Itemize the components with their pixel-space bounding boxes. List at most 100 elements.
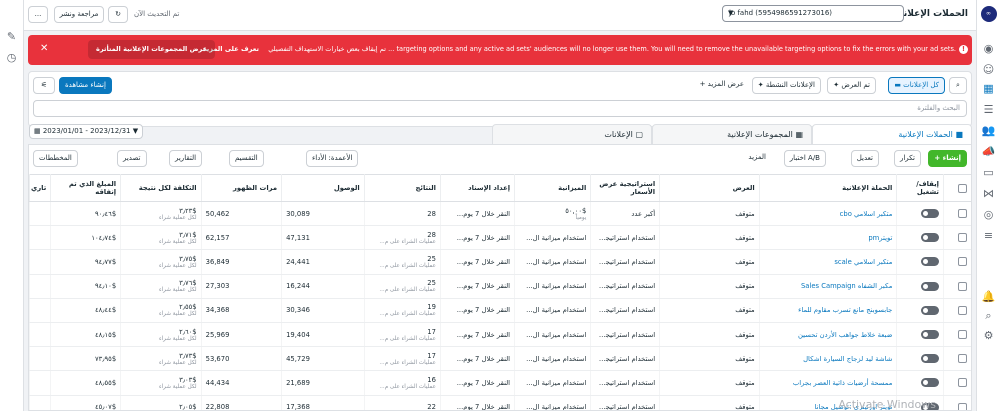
export-button[interactable]: تصدير [117, 150, 147, 167]
row-toggle[interactable] [896, 346, 944, 372]
toggle-switch[interactable] [920, 305, 939, 315]
checkbox[interactable] [958, 330, 967, 340]
col-toggle[interactable]: إيقاف/ تشغيل [896, 174, 944, 202]
row-checkbox[interactable] [942, 395, 971, 410]
table-row[interactable]: مكبر الشفاه Sales Campaign متوقف استخدام ا… [29, 274, 971, 299]
more-options-button[interactable]: ... [28, 6, 48, 23]
row-name[interactable]: جابسوبنج مانع تسرب مقاوم للماء [758, 298, 897, 323]
row-name[interactable]: متكبر اسلامي cbo [758, 201, 897, 227]
row-name-value[interactable]: مكبر الشفاه Sales Campaign [801, 282, 892, 290]
create-button[interactable]: + إنشاء [928, 150, 967, 167]
row-name-value[interactable]: تويترpm [868, 234, 892, 242]
row-toggle[interactable] [896, 225, 944, 251]
table-row[interactable]: تويتر اورنيتري :توصيل مجانا متوقف استخدام … [29, 395, 971, 410]
checkbox[interactable] [958, 209, 967, 219]
row-checkbox[interactable] [942, 249, 971, 275]
close-icon[interactable]: ✕ [40, 43, 48, 54]
row-name-value[interactable]: ممسحة أرضيات ذاتية العصر بجراب [793, 379, 892, 387]
charts-button[interactable]: المخططات [33, 150, 78, 167]
create-view-button[interactable]: إنشاء مشاهدة [59, 77, 112, 94]
pencil-icon[interactable]: ✎ [0, 30, 23, 43]
megaphone-icon[interactable]: 📣 [977, 145, 1000, 158]
row-name[interactable]: تويترpm [758, 225, 897, 251]
row-name[interactable]: ضبعة خلاط جواهب الأردن تحسين [758, 322, 897, 348]
row-checkbox[interactable] [942, 201, 971, 227]
col-impressions[interactable]: مرات الظهور [200, 174, 282, 202]
ab-test-button[interactable]: اختبار A/B [783, 150, 826, 167]
select-all-checkbox[interactable] [942, 174, 971, 202]
checkbox[interactable] [958, 402, 967, 410]
row-name-value[interactable]: متكبر اسلامي cbo [840, 210, 893, 218]
people-icon[interactable]: 👥 [977, 124, 1000, 137]
col-bid-strategy[interactable]: استراتيجية عرض الأسعار [590, 174, 660, 202]
row-toggle[interactable] [896, 274, 944, 299]
col-amount-spent[interactable]: المبلغ الذي تم إنفاقه [50, 174, 121, 202]
settings-sliders-button[interactable]: ⚟ [33, 77, 55, 94]
shown-chip[interactable]: ✦ تم العرض [827, 77, 876, 94]
row-toggle[interactable] [896, 370, 944, 396]
col-cost-per-result[interactable]: التكلفة لكل نتيجة [120, 174, 202, 202]
account-selector[interactable]: jo fahd (5954986591273016) ▼ [722, 5, 904, 22]
search-toggle-button[interactable]: ⌕ [949, 77, 967, 94]
checkbox[interactable] [958, 354, 967, 364]
col-attribution[interactable]: إعداد الإسناد [439, 174, 515, 202]
notifications-icon[interactable]: 🔔 [977, 290, 1000, 303]
row-toggle[interactable] [896, 322, 944, 348]
clock-icon[interactable]: ◷ [0, 51, 23, 64]
tab-adsets[interactable]: المجموعات الإعلانية ▦ [652, 124, 812, 144]
search-filter-input[interactable]: البحث والفلترة [33, 100, 967, 117]
row-name[interactable]: مكبر الشفاه Sales Campaign [758, 274, 897, 299]
row-checkbox[interactable] [942, 370, 971, 396]
toggle-switch[interactable] [920, 257, 939, 267]
row-checkbox[interactable] [942, 274, 971, 299]
search-icon[interactable]: ⌕ [977, 309, 1000, 323]
row-name-value[interactable]: متكبر اسلامي scale [834, 258, 892, 266]
table-row[interactable]: متكبر اسلامي scale متوقف استخدام استراتيجي… [29, 249, 971, 275]
table-row[interactable]: متكبر اسلامي cbo متوقف أكبر عدد $٥٠,٠٠ يوميا… [29, 201, 971, 227]
toggle-switch[interactable] [920, 209, 939, 219]
row-toggle[interactable] [896, 298, 944, 323]
row-toggle[interactable] [896, 249, 944, 275]
menu-icon[interactable]: ≡ [977, 229, 1000, 242]
checkbox[interactable] [958, 257, 967, 267]
col-budget[interactable]: الميزانية [514, 174, 591, 202]
all-ads-chip[interactable]: ▬ كل الإعلانات [888, 77, 945, 94]
checkbox[interactable] [958, 281, 967, 291]
row-name-value[interactable]: ضبعة خلاط جواهب الأردن تحسين [798, 331, 892, 339]
table-row[interactable]: جابسوبنج مانع تسرب مقاوم للماء متوقف استخد… [29, 298, 971, 323]
col-delivery[interactable]: العرض [659, 174, 760, 202]
row-checkbox[interactable] [942, 346, 971, 372]
checkbox[interactable] [958, 233, 967, 243]
settings-icon[interactable]: ⚙ [977, 329, 1000, 342]
columns-button[interactable]: الأعمدة: الأداء [306, 150, 359, 167]
table-row[interactable]: ممسحة أرضيات ذاتية العصر بجراب متوقف استخد… [29, 370, 971, 396]
row-name-value[interactable]: شاشة ليد لزجاج السيارة اشكال [803, 355, 892, 363]
meta-logo-icon[interactable]: ∞ [980, 6, 997, 22]
row-checkbox[interactable] [942, 225, 971, 251]
table-row[interactable]: تويترpm متوقف استخدام استراتيجي... استخدام … [29, 225, 971, 251]
insights-icon[interactable]: ◎ [977, 208, 1000, 221]
checkbox[interactable] [958, 378, 967, 388]
edit-button[interactable]: تعديل [850, 150, 879, 167]
col-reach[interactable]: الوصول [281, 174, 365, 202]
list-icon[interactable]: ☰ [977, 103, 1000, 116]
toggle-switch[interactable] [920, 330, 939, 340]
col-name[interactable]: الحملة الإعلانية [758, 174, 897, 202]
campaigns-table-icon[interactable]: ▦ [977, 82, 1000, 95]
reports-button[interactable]: التقارير [169, 150, 203, 167]
more-button[interactable]: المزيد [743, 150, 771, 167]
row-name-value[interactable]: جابسوبنج مانع تسرب مقاوم للماء [798, 306, 892, 314]
row-checkbox[interactable] [942, 322, 971, 348]
toggle-switch[interactable] [920, 233, 939, 243]
table-row[interactable]: شاشة ليد لزجاج السيارة اشكال متوقف استخدام… [29, 346, 971, 372]
col-end[interactable]: تاري [29, 174, 51, 202]
emoji-icon[interactable]: ☺ [977, 63, 1000, 76]
refresh-button[interactable]: ↻ [108, 6, 128, 23]
tab-campaigns[interactable]: الحملات الإعلانية ■ [812, 124, 972, 144]
show-more-filters[interactable]: + عرض المزيد [694, 77, 749, 94]
row-name[interactable]: ممسحة أرضيات ذاتية العصر بجراب [758, 370, 897, 396]
table-row[interactable]: ضبعة خلاط جواهب الأردن تحسين متوقف استخدام… [29, 322, 971, 348]
row-name[interactable]: شاشة ليد لزجاج السيارة اشكال [758, 346, 897, 372]
tab-ads[interactable]: الإعلانات ▢ [492, 124, 652, 144]
row-checkbox[interactable] [942, 298, 971, 323]
